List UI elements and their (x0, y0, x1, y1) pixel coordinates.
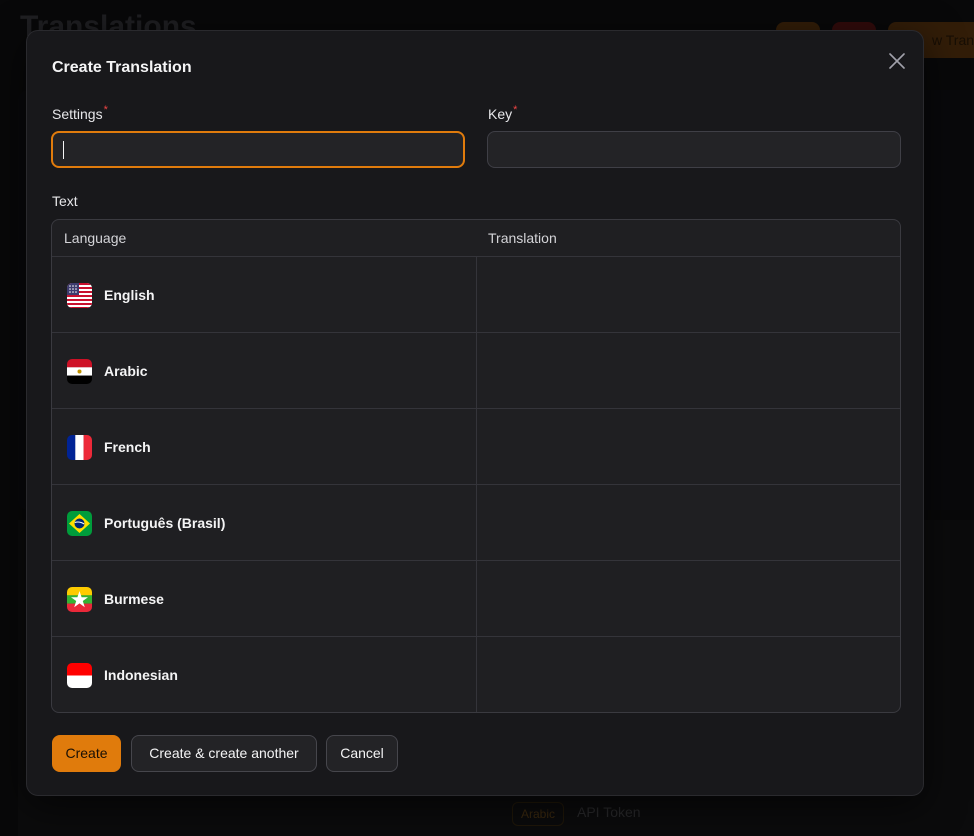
language-name: French (104, 439, 151, 455)
table-row: Burmese (52, 561, 900, 637)
table-row: French (52, 409, 900, 485)
required-mark: * (103, 104, 108, 116)
language-name: Indonesian (104, 667, 178, 683)
translation-input-portuguese-brasil[interactable] (477, 485, 900, 560)
table-header: Language Translation (52, 220, 900, 257)
table-row: Português (Brasil) (52, 485, 900, 561)
column-header-translation: Translation (488, 230, 557, 246)
required-mark: * (513, 104, 518, 116)
france-flag-icon (67, 435, 92, 460)
settings-input[interactable] (51, 131, 465, 168)
language-name: Burmese (104, 591, 164, 607)
create-button[interactable]: Create (52, 735, 121, 772)
translation-input-english[interactable] (477, 257, 900, 332)
language-name: Arabic (104, 363, 148, 379)
settings-label: Settings* (52, 104, 108, 122)
indonesia-flag-icon (67, 663, 92, 688)
modal-title: Create Translation (52, 59, 192, 76)
translations-table: Language Translation English Arabic Fren… (51, 219, 901, 713)
settings-label-text: Settings (52, 106, 103, 122)
column-header-language: Language (64, 230, 127, 246)
key-label: Key* (488, 104, 517, 122)
us-flag-icon (67, 283, 92, 308)
language-name: Português (Brasil) (104, 515, 226, 531)
myanmar-flag-icon (67, 587, 92, 612)
text-section-label: Text (52, 193, 78, 209)
key-input[interactable] (487, 131, 901, 168)
translation-input-arabic[interactable] (477, 333, 900, 408)
egypt-flag-icon (67, 359, 92, 384)
table-row: Arabic (52, 333, 900, 409)
table-row: English (52, 257, 900, 333)
key-label-text: Key (488, 106, 513, 122)
close-button[interactable] (885, 49, 909, 73)
language-name: English (104, 287, 155, 303)
close-icon (889, 53, 905, 69)
create-and-create-another-button[interactable]: Create & create another (131, 735, 317, 772)
translation-input-french[interactable] (477, 409, 900, 484)
brazil-flag-icon (67, 511, 92, 536)
translation-input-indonesian[interactable] (477, 637, 900, 712)
translation-input-burmese[interactable] (477, 561, 900, 636)
cancel-button[interactable]: Cancel (326, 735, 398, 772)
table-row: Indonesian (52, 637, 900, 712)
create-translation-modal: Create Translation Settings* Key* Text L… (26, 30, 924, 796)
text-caret (63, 141, 64, 159)
